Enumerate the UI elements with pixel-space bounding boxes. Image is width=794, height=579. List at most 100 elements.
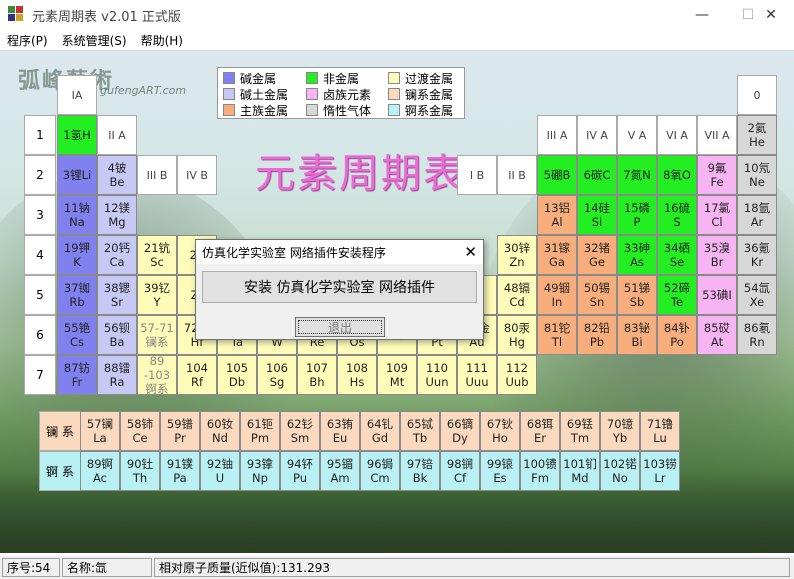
element-cell[interactable]: 57-71 镧系 bbox=[137, 315, 177, 355]
element-cell[interactable]: 51锑 Sb bbox=[617, 275, 657, 315]
element-cell[interactable]: 71镥 Lu bbox=[640, 411, 680, 451]
element-cell[interactable]: 104 Rf bbox=[177, 355, 217, 395]
element-cell[interactable]: 112 Uub bbox=[497, 355, 537, 395]
element-cell[interactable]: 1氢H bbox=[57, 115, 97, 155]
element-cell[interactable]: 31镓 Ga bbox=[537, 235, 577, 275]
element-cell[interactable]: 15磷 P bbox=[617, 195, 657, 235]
close-button[interactable]: ✕ bbox=[748, 0, 794, 30]
element-cell[interactable]: 111 Uuu bbox=[457, 355, 497, 395]
element-cell[interactable]: 12镁 Mg bbox=[97, 195, 137, 235]
element-cell[interactable]: 110 Uun bbox=[417, 355, 457, 395]
element-cell[interactable]: 67钬 Ho bbox=[480, 411, 520, 451]
element-cell[interactable]: 91镤 Pa bbox=[160, 451, 200, 491]
element-cell[interactable]: 37铷 Rb bbox=[57, 275, 97, 315]
element-cell[interactable]: 85砹 At bbox=[697, 315, 737, 355]
element-cell[interactable]: 2氦 He bbox=[737, 115, 777, 155]
element-cell[interactable]: 49铟 In bbox=[537, 275, 577, 315]
element-cell[interactable]: 8氧O bbox=[657, 155, 697, 195]
element-cell[interactable]: 38锶 Sr bbox=[97, 275, 137, 315]
element-cell[interactable]: 58铈 Ce bbox=[120, 411, 160, 451]
element-cell[interactable]: 107 Bh bbox=[297, 355, 337, 395]
install-plugin-button[interactable]: 安装 仿真化学实验室 网络插件 bbox=[202, 271, 477, 303]
element-cell[interactable]: 70镱 Yb bbox=[600, 411, 640, 451]
element-cell[interactable]: 99锿 Es bbox=[480, 451, 520, 491]
element-cell[interactable]: 82铅 Pb bbox=[577, 315, 617, 355]
element-cell[interactable]: 11钠 Na bbox=[57, 195, 97, 235]
element-cell[interactable]: 97锫 Bk bbox=[400, 451, 440, 491]
element-cell[interactable]: 16硫 S bbox=[657, 195, 697, 235]
menu-system[interactable]: 系统管理(S) bbox=[55, 32, 134, 49]
element-cell[interactable]: 57镧 La bbox=[80, 411, 120, 451]
element-cell[interactable]: 89锕 Ac bbox=[80, 451, 120, 491]
element-cell[interactable]: 93镎 Np bbox=[240, 451, 280, 491]
element-cell[interactable]: 55铯 Cs bbox=[57, 315, 97, 355]
element-cell[interactable]: 13铝 Al bbox=[537, 195, 577, 235]
element-cell[interactable]: 92铀 U bbox=[200, 451, 240, 491]
element-label: Ne bbox=[749, 175, 765, 189]
element-cell[interactable]: 30锌 Zn bbox=[497, 235, 537, 275]
element-cell[interactable]: 86氡 Rn bbox=[737, 315, 777, 355]
element-cell[interactable]: 66镝 Dy bbox=[440, 411, 480, 451]
element-cell[interactable]: 39钇 Y bbox=[137, 275, 177, 315]
element-cell[interactable]: 6碳C bbox=[577, 155, 617, 195]
element-cell[interactable]: 33砷 As bbox=[617, 235, 657, 275]
element-cell[interactable]: 89 -103 锕系 bbox=[137, 354, 177, 396]
element-label: 60钕 bbox=[206, 417, 234, 431]
element-cell[interactable]: 98锎 Cf bbox=[440, 451, 480, 491]
element-cell[interactable]: 95镅 Am bbox=[320, 451, 360, 491]
element-cell[interactable]: 19钾 K bbox=[57, 235, 97, 275]
element-cell[interactable]: 4铍 Be bbox=[97, 155, 137, 195]
element-cell[interactable]: 88镭 Ra bbox=[97, 355, 137, 395]
element-cell[interactable]: 18氩 Ar bbox=[737, 195, 777, 235]
element-cell[interactable]: 64钆 Gd bbox=[360, 411, 400, 451]
exit-button[interactable]: 退出 bbox=[295, 317, 385, 337]
element-cell[interactable]: 52碲 Te bbox=[657, 275, 697, 315]
element-cell[interactable]: 34硒 Se bbox=[657, 235, 697, 275]
element-cell[interactable]: 101钔 Md bbox=[560, 451, 600, 491]
element-cell[interactable]: 100镄 Fm bbox=[520, 451, 560, 491]
element-cell[interactable]: 54氙 Xe bbox=[737, 275, 777, 315]
element-cell[interactable]: 5硼B bbox=[537, 155, 577, 195]
element-cell[interactable]: 53碘I bbox=[697, 275, 737, 315]
element-cell[interactable]: 17氯 Cl bbox=[697, 195, 737, 235]
element-cell[interactable]: 32锗 Ge bbox=[577, 235, 617, 275]
element-cell[interactable]: 87钫 Fr bbox=[57, 355, 97, 395]
element-cell[interactable]: 96锔 Cm bbox=[360, 451, 400, 491]
element-cell[interactable]: 7氮N bbox=[617, 155, 657, 195]
element-cell[interactable]: 35溴 Br bbox=[697, 235, 737, 275]
element-cell[interactable]: 60钕 Nd bbox=[200, 411, 240, 451]
element-cell[interactable]: 68铒 Er bbox=[520, 411, 560, 451]
element-cell[interactable]: 90钍 Th bbox=[120, 451, 160, 491]
element-cell[interactable]: 108 Hs bbox=[337, 355, 377, 395]
element-cell[interactable]: 84钋 Po bbox=[657, 315, 697, 355]
element-cell[interactable]: 20钙 Ca bbox=[97, 235, 137, 275]
element-cell[interactable]: 21钪 Sc bbox=[137, 235, 177, 275]
element-cell[interactable]: 65铽 Tb bbox=[400, 411, 440, 451]
dialog-close-icon[interactable]: ✕ bbox=[464, 243, 477, 261]
element-cell[interactable]: 10氖 Ne bbox=[737, 155, 777, 195]
element-cell[interactable]: 56钡 Ba bbox=[97, 315, 137, 355]
menu-program[interactable]: 程序(P) bbox=[0, 32, 55, 49]
element-cell[interactable]: 103铹 Lr bbox=[640, 451, 680, 491]
element-cell[interactable]: 83铋 Bi bbox=[617, 315, 657, 355]
element-cell[interactable]: 102锘 No bbox=[600, 451, 640, 491]
element-cell[interactable]: 105 Db bbox=[217, 355, 257, 395]
element-cell[interactable]: 62钐 Sm bbox=[280, 411, 320, 451]
element-label: 61钷 bbox=[246, 417, 274, 431]
element-cell[interactable]: 61钷 Pm bbox=[240, 411, 280, 451]
element-cell[interactable]: 59镨 Pr bbox=[160, 411, 200, 451]
element-cell[interactable]: 80汞 Hg bbox=[497, 315, 537, 355]
element-cell[interactable]: 36氪 Kr bbox=[737, 235, 777, 275]
element-cell[interactable]: 9氟 Fe bbox=[697, 155, 737, 195]
element-cell[interactable]: 69铥 Tm bbox=[560, 411, 600, 451]
element-cell[interactable]: 50锡 Sn bbox=[577, 275, 617, 315]
element-cell[interactable]: 14硅 Si bbox=[577, 195, 617, 235]
element-cell[interactable]: 106 Sg bbox=[257, 355, 297, 395]
element-cell[interactable]: 3锂Li bbox=[57, 155, 97, 195]
element-cell[interactable]: 48镉 Cd bbox=[497, 275, 537, 315]
element-cell[interactable]: 81铊 Tl bbox=[537, 315, 577, 355]
element-cell[interactable]: 63铕 Eu bbox=[320, 411, 360, 451]
menu-help[interactable]: 帮助(H) bbox=[134, 32, 190, 49]
element-cell[interactable]: 94钚 Pu bbox=[280, 451, 320, 491]
element-cell[interactable]: 109 Mt bbox=[377, 355, 417, 395]
